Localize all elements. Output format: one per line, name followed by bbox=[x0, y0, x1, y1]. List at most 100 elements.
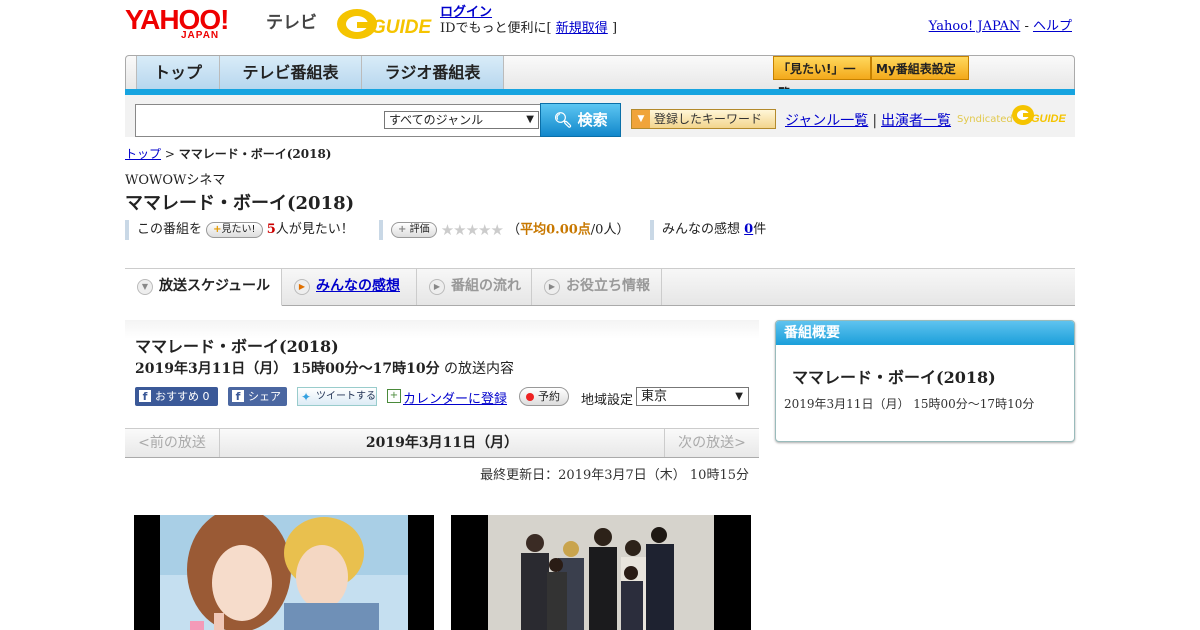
tab-label: 放送スケジュール bbox=[159, 278, 271, 294]
search-icon: 🔍︎ bbox=[553, 111, 573, 129]
dropdown-arrow-icon: ▼ bbox=[735, 391, 743, 402]
my-bangumi-settings-button[interactable]: My番組表設定 bbox=[871, 56, 969, 80]
registered-keywords-button[interactable]: ▼ 登録したキーワード bbox=[631, 109, 776, 129]
this-program-label: この番組を bbox=[137, 222, 203, 237]
performers-list-link[interactable]: 出演者一覧 bbox=[881, 113, 951, 129]
kansou-stat: みんなの感想 0件 bbox=[650, 220, 766, 240]
login-box: ログイン IDでもっと便利に[ 新規取得 ] bbox=[440, 5, 617, 37]
calendar-label: カレンダーに登録 bbox=[403, 392, 508, 407]
yahoo-japan-link[interactable]: Yahoo! JAPAN bbox=[929, 19, 1021, 34]
nav-tab-tv-listings[interactable]: テレビ番組表 bbox=[220, 56, 362, 90]
dropdown-icon: ▼ bbox=[632, 110, 650, 128]
breadcrumb: トップ > ママレード・ボーイ(2018) bbox=[125, 145, 332, 162]
facebook-share-button[interactable]: f シェア bbox=[228, 387, 287, 406]
summary-header: 番組概要 bbox=[776, 321, 1074, 345]
broadcast-suffix: の放送内容 bbox=[444, 361, 515, 377]
svg-text:GUIDE: GUIDE bbox=[371, 17, 433, 38]
broadcast-date: 2019年3月11日（月） bbox=[135, 361, 288, 377]
tab-everyone-impressions[interactable]: ▶ みんなの感想 bbox=[282, 269, 417, 305]
chevron-right-icon: ▶ bbox=[544, 279, 560, 295]
kansou-label: みんなの感想 bbox=[662, 222, 741, 237]
kansou-suffix: 件 bbox=[753, 222, 767, 237]
svg-text:GUIDE: GUIDE bbox=[1031, 113, 1067, 125]
page-title: ママレード・ボーイ(2018) bbox=[125, 193, 355, 214]
gguide-logo: GUIDE bbox=[335, 6, 435, 42]
calendar-icon: + bbox=[387, 389, 401, 403]
syndicated-text: Syndicated bbox=[957, 114, 1013, 125]
rating-stars-icon: ★★★★★ bbox=[440, 221, 504, 239]
record-dot-icon bbox=[526, 393, 534, 401]
mitai-count: 5 bbox=[266, 222, 276, 237]
tv-logo-text[interactable]: テレビ bbox=[266, 8, 317, 33]
region-select-value: 東京 bbox=[641, 389, 668, 404]
twitter-bird-icon: ✦ bbox=[301, 390, 312, 404]
kansou-count-link[interactable]: 0 bbox=[744, 222, 753, 237]
tab-label: お役立ち情報 bbox=[566, 278, 650, 294]
plus-icon: + bbox=[213, 223, 222, 235]
search-button[interactable]: 🔍︎ 検索 bbox=[540, 103, 621, 137]
facebook-icon: f bbox=[232, 390, 244, 403]
registered-keywords-label: 登録したキーワード bbox=[654, 112, 763, 126]
dropdown-arrow-icon: ▼ bbox=[526, 114, 534, 125]
region-label: 地域設定 bbox=[581, 393, 634, 408]
tweet-label: ツイートする bbox=[316, 391, 376, 402]
broadcast-title: ママレード・ボーイ(2018) bbox=[135, 337, 339, 356]
tab-broadcast-schedule[interactable]: ▼ 放送スケジュール bbox=[125, 269, 282, 306]
mitai-button-label: 見たい! bbox=[221, 223, 256, 235]
nav-tab-radio-listings[interactable]: ラジオ番組表 bbox=[362, 56, 504, 90]
breadcrumb-separator: > bbox=[164, 147, 175, 161]
add-to-calendar-link[interactable]: + カレンダーに登録 bbox=[387, 388, 507, 407]
facebook-share-label: シェア bbox=[248, 390, 281, 403]
facebook-recommend-label: おすすめ 0 bbox=[155, 390, 210, 403]
tab-useful-info[interactable]: ▶ お役立ち情報 bbox=[532, 269, 662, 305]
program-still-image-1 bbox=[134, 515, 434, 630]
help-link[interactable]: ヘルプ bbox=[1033, 19, 1072, 34]
tweet-button[interactable]: ✦ ツイートする bbox=[297, 387, 377, 406]
average-score: 平均0.00点 bbox=[520, 222, 591, 238]
reserve-button[interactable]: 予約 bbox=[519, 387, 569, 406]
search-links: ジャンル一覧 | 出演者一覧 bbox=[785, 110, 951, 130]
yahoo-japan-logo[interactable]: YAHOO! JAPAN bbox=[125, 4, 263, 42]
top-right-links: Yahoo! JAPAN - ヘルプ bbox=[929, 15, 1072, 34]
chevron-right-icon: ▶ bbox=[294, 279, 310, 295]
summary-title: ママレード・ボーイ(2018) bbox=[792, 368, 996, 387]
broadcast-box: ママレード・ボーイ(2018) 2019年3月11日（月） 15時00分～17時… bbox=[125, 320, 759, 413]
breadcrumb-current: ママレード・ボーイ(2018) bbox=[178, 147, 332, 161]
mitai-list-button[interactable]: 「見たい!」一覧 bbox=[773, 56, 871, 100]
login-link[interactable]: ログイン bbox=[440, 5, 492, 20]
facebook-recommend-button[interactable]: f おすすめ 0 bbox=[135, 387, 218, 406]
plus-icon: + bbox=[398, 224, 407, 235]
tab-label: 番組の流れ bbox=[451, 278, 521, 294]
genre-select-value: すべてのジャンル bbox=[389, 113, 484, 127]
signup-link[interactable]: 新規取得 bbox=[556, 21, 608, 36]
summary-datetime: 2019年3月11日（月） 15時00分～17時10分 bbox=[784, 397, 1035, 411]
syndicated-gguide-logo: Syndicated GUIDE bbox=[957, 102, 1069, 132]
mitai-suffix: 人が見たい！ bbox=[275, 222, 354, 237]
genre-list-link[interactable]: ジャンル一覧 bbox=[785, 113, 868, 129]
mitai-stat: この番組を +見たい! 5人が見たい！ bbox=[125, 220, 354, 240]
program-summary-box: 番組概要 ママレード・ボーイ(2018) 2019年3月11日（月） 15時00… bbox=[775, 320, 1075, 442]
tab-label: みんなの感想 bbox=[316, 278, 400, 294]
japan-logo-text: JAPAN bbox=[181, 30, 220, 41]
average-people: /0人） bbox=[590, 222, 630, 238]
program-tabs: ▼ 放送スケジュール ▶ みんなの感想 ▶ 番組の流れ ▶ お役立ち情報 bbox=[125, 268, 1075, 306]
top-right-separator: - bbox=[1024, 19, 1029, 34]
search-button-label: 検索 bbox=[577, 111, 608, 129]
genre-select[interactable]: すべてのジャンル ▼ bbox=[384, 111, 539, 129]
login-text: IDでもっと便利に[ bbox=[440, 21, 552, 36]
nav-tab-top[interactable]: トップ bbox=[136, 56, 220, 90]
broadcast-date-nav: <前の放送 2019年3月11日（月） 次の放送> bbox=[125, 428, 759, 458]
previous-broadcast-button[interactable]: <前の放送 bbox=[125, 429, 220, 457]
search-area: すべてのジャンル ▼ 🔍︎ 検索 ▼ 登録したキーワード ジャンル一覧 | 出演者一… bbox=[125, 95, 1075, 137]
social-row: f おすすめ 0 f シェア ✦ ツイートする + カレンダーに登録 予約 地域… bbox=[135, 387, 755, 408]
current-broadcast-date: 2019年3月11日（月） bbox=[365, 435, 519, 451]
region-select[interactable]: 東京 ▼ bbox=[636, 387, 749, 406]
tab-program-flow[interactable]: ▶ 番組の流れ bbox=[417, 269, 532, 305]
next-broadcast-button[interactable]: 次の放送> bbox=[664, 429, 759, 457]
broadcast-datetime: 2019年3月11日（月） 15時00分～17時10分 の放送内容 bbox=[135, 358, 514, 378]
breadcrumb-top-link[interactable]: トップ bbox=[125, 147, 161, 161]
mitai-button[interactable]: +見たい! bbox=[206, 221, 263, 238]
rate-button[interactable]: + 評価 bbox=[391, 222, 437, 238]
login-close: ] bbox=[611, 21, 618, 36]
chevron-right-icon: ▶ bbox=[429, 279, 445, 295]
